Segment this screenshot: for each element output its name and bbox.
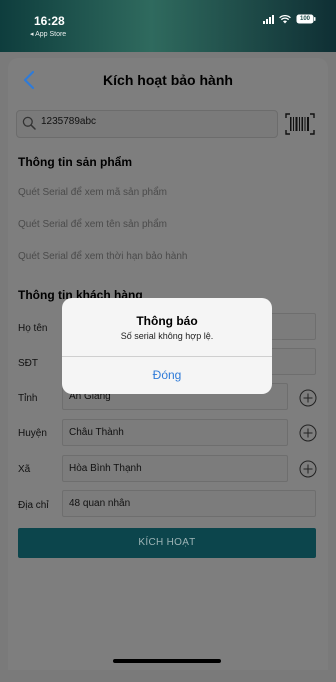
- home-indicator[interactable]: [113, 659, 221, 663]
- add-district-icon[interactable]: [299, 424, 317, 447]
- serial-search-input[interactable]: [41, 116, 261, 127]
- barcode-scan-icon[interactable]: [284, 112, 316, 141]
- ward-label: Xã: [18, 464, 31, 475]
- dialog-message: Số serial không hợp lệ.: [120, 331, 214, 341]
- district-label: Huyện: [18, 428, 47, 439]
- back-to-app-store[interactable]: ◂ App Store: [30, 30, 66, 38]
- ward-input[interactable]: Hòa Bình Thạnh: [62, 455, 288, 482]
- alert-dialog: Thông báo Số serial không hợp lệ. Đóng: [62, 298, 272, 394]
- battery-level: 100: [299, 16, 310, 22]
- product-code-line: Quét Serial để xem mã sản phẩm: [18, 187, 167, 198]
- add-province-icon[interactable]: [299, 389, 317, 412]
- serial-search-box[interactable]: [16, 110, 278, 138]
- battery-icon: 100: [296, 14, 316, 24]
- warranty-period-line: Quét Serial để xem thời hạn bảo hành: [18, 251, 188, 262]
- phone-label: SĐT: [18, 358, 38, 369]
- name-label: Họ tên: [18, 323, 48, 334]
- address-label: Địa chỉ: [18, 500, 49, 511]
- product-name-line: Quét Serial để xem tên sản phẩm: [18, 219, 167, 230]
- status-icons: 100: [263, 14, 316, 24]
- activate-button[interactable]: KÍCH HOẠT: [18, 528, 316, 558]
- nav-bar: Kích hoạt bảo hành: [8, 58, 328, 102]
- province-label: Tỉnh: [18, 393, 38, 404]
- district-input[interactable]: Châu Thành: [62, 419, 288, 446]
- wifi-icon: [279, 14, 291, 24]
- add-ward-icon[interactable]: [299, 460, 317, 483]
- status-bar: 16:28 ◂ App Store 100: [0, 0, 336, 52]
- page-title: Kích hoạt bảo hành: [103, 72, 233, 88]
- address-input[interactable]: 48 quan nhân: [62, 490, 316, 517]
- close-button[interactable]: Đóng: [62, 357, 272, 394]
- product-section-title: Thông tin sản phẩm: [18, 155, 132, 169]
- signal-icon: [263, 14, 274, 24]
- dialog-title: Thông báo: [136, 314, 198, 328]
- serial-search-row: [16, 110, 320, 138]
- search-icon: [22, 116, 36, 135]
- status-time: 16:28: [34, 14, 65, 28]
